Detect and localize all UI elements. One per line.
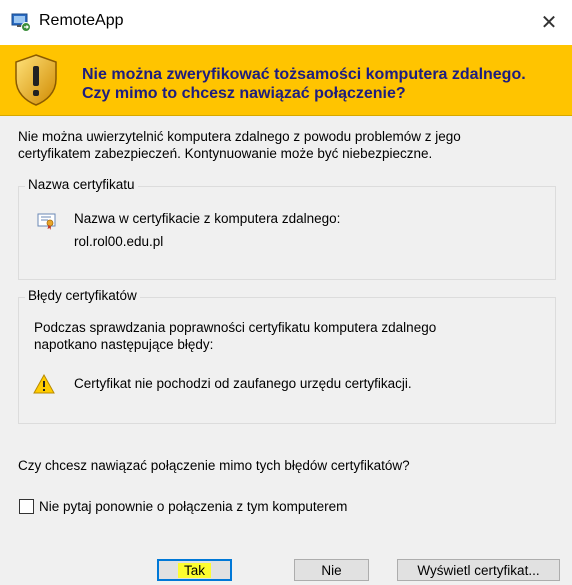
- no-button[interactable]: Nie: [294, 559, 369, 581]
- cert-name-value: rol.rol00.edu.pl: [74, 234, 164, 249]
- confirm-question: Czy chcesz nawiązać połączenie mimo tych…: [18, 458, 410, 473]
- no-button-label: Nie: [321, 562, 342, 578]
- intro-line-1: Nie można uwierzytelnić komputera zdalne…: [18, 129, 461, 144]
- intro-line-2: certyfikatem zabezpieczeń. Kontynuowanie…: [18, 146, 433, 161]
- cert-name-group-label: Nazwa certyfikatu: [25, 177, 138, 192]
- close-icon: ✕: [540, 12, 558, 34]
- cert-errors-desc-line-1: Podczas sprawdzania poprawności certyfik…: [34, 320, 437, 335]
- yes-button-label: Tak: [177, 562, 211, 578]
- cert-name-caption: Nazwa w certyfikacie z komputera zdalneg…: [74, 211, 341, 226]
- dont-ask-again-checkbox[interactable]: [19, 499, 34, 514]
- cert-errors-description: Podczas sprawdzania poprawności certyfik…: [34, 319, 544, 353]
- dialog-content: Nie można uwierzytelnić komputera zdalne…: [0, 116, 572, 585]
- certificate-icon: [37, 213, 56, 230]
- warning-shield-icon: [15, 54, 57, 106]
- cert-error-item: Certyfikat nie pochodzi od zaufanego urz…: [74, 376, 412, 391]
- yes-button[interactable]: Tak: [157, 559, 232, 581]
- view-certificate-button[interactable]: Wyświetl certyfikat...: [397, 559, 560, 581]
- cert-errors-group-label: Błędy certyfikatów: [25, 288, 140, 303]
- banner-message: Nie można zweryfikować tożsamości komput…: [82, 65, 562, 103]
- warning-icon: [33, 374, 55, 394]
- dont-ask-again-label[interactable]: Nie pytaj ponownie o połączenia z tym ko…: [39, 498, 347, 515]
- close-button[interactable]: ✕: [526, 0, 572, 45]
- title-bar: RemoteApp ✕: [0, 0, 572, 45]
- warning-banner: Nie można zweryfikować tożsamości komput…: [0, 45, 572, 116]
- cert-name-group: Nazwa certyfikatu Nazwa w certyfikacie z…: [18, 177, 556, 280]
- cert-errors-desc-line-2: napotkano następujące błędy:: [34, 337, 214, 352]
- banner-line-1: Nie można zweryfikować tożsamości komput…: [82, 66, 526, 83]
- window-title: RemoteApp: [39, 12, 124, 29]
- intro-text: Nie można uwierzytelnić komputera zdalne…: [18, 128, 558, 162]
- banner-line-2: Czy mimo to chcesz nawiązać połączenie?: [82, 85, 406, 102]
- remoteapp-icon: [11, 13, 31, 32]
- cert-errors-group: Błędy certyfikatów Podczas sprawdzania p…: [18, 288, 556, 424]
- view-certificate-button-label: Wyświetl certyfikat...: [417, 562, 540, 578]
